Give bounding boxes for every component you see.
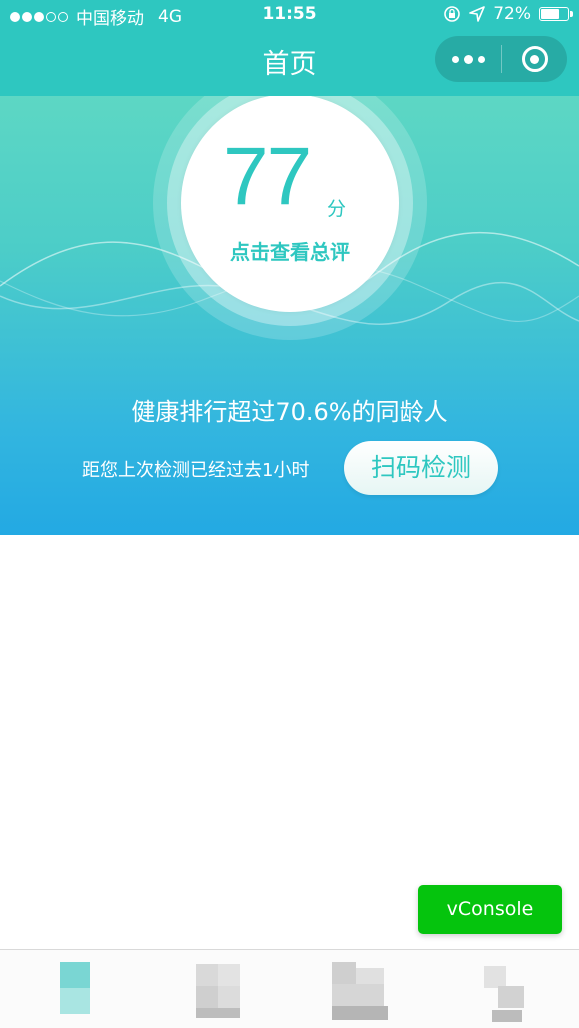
tab-home[interactable] — [46, 958, 106, 1022]
score-unit: 分 — [327, 198, 347, 220]
tab-bar — [0, 949, 579, 1028]
ranking-text: 健康排行超过70.6%的同龄人 — [131, 398, 448, 426]
more-dots-icon — [451, 55, 459, 63]
score-circle[interactable]: 77 分 点击查看总评 — [181, 96, 399, 312]
target-icon — [521, 46, 548, 72]
tab-2[interactable] — [190, 958, 250, 1022]
last-check-text: 距您上次检测已经过去1小时 — [82, 460, 310, 481]
nav-bar: 首页 — [0, 30, 579, 96]
close-button[interactable] — [502, 36, 567, 82]
scan-check-button[interactable]: 扫码检测 — [344, 441, 498, 495]
vconsole-button[interactable]: vConsole — [418, 885, 562, 934]
hero-section: 77 分 点击查看总评 健康排行超过70.6%的同龄人 距您上次检测已经过去1小… — [0, 96, 579, 535]
tab-3[interactable] — [328, 958, 388, 1022]
score-value: 77 — [223, 131, 312, 222]
view-summary-link[interactable]: 点击查看总评 — [181, 236, 399, 265]
battery-percent: 72% — [493, 4, 531, 24]
battery-icon — [539, 7, 573, 21]
orientation-lock-icon — [444, 6, 461, 22]
status-bar: 中国移动 4G 11:55 72% — [0, 0, 579, 30]
more-button[interactable] — [435, 36, 501, 82]
status-right: 72% — [443, 4, 573, 24]
mini-program-capsule — [435, 36, 567, 82]
tab-4[interactable] — [478, 958, 538, 1022]
location-arrow-icon — [469, 6, 486, 22]
